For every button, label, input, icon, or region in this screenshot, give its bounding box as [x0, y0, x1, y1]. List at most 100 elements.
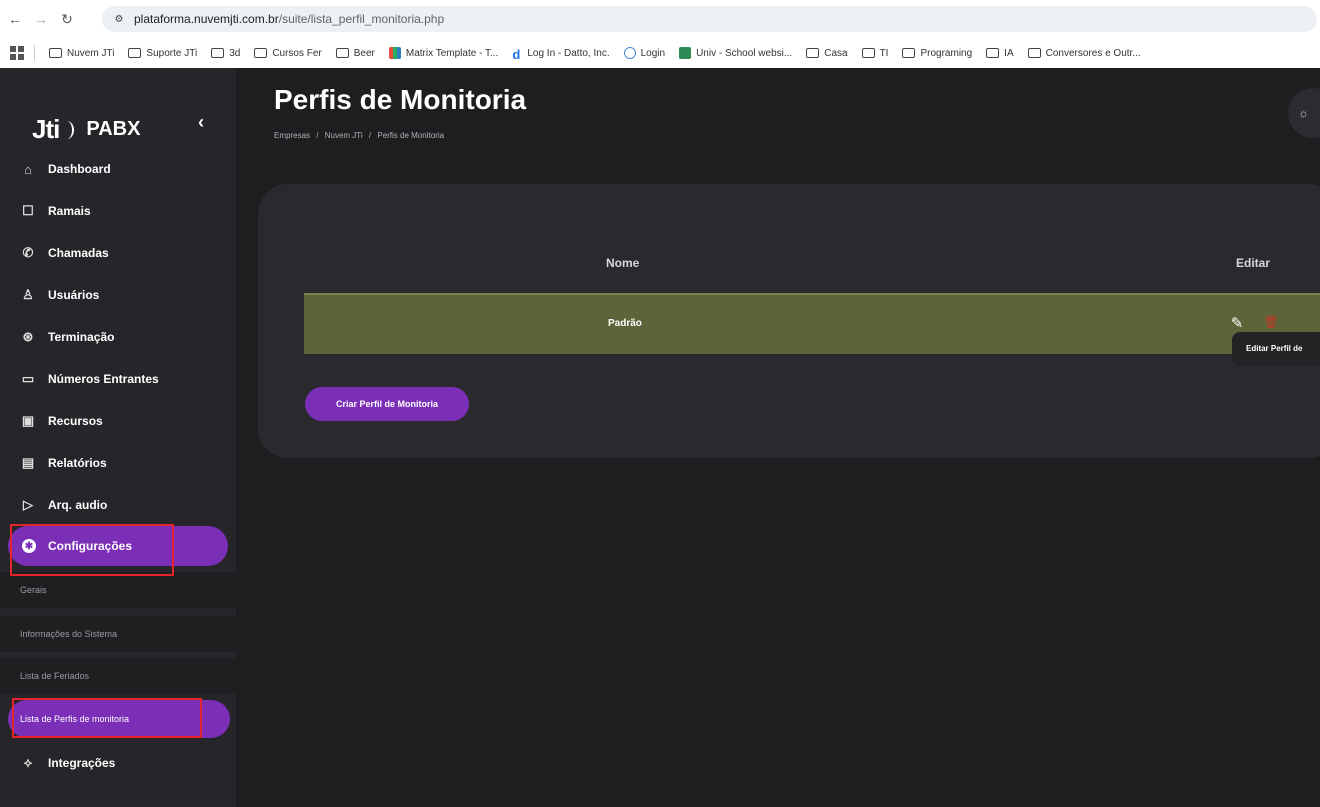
- bookmark-item[interactable]: d Log In - Datto, Inc.: [512, 47, 610, 62]
- submenu-item-label: Gerais: [20, 585, 47, 595]
- numbers-icon: ▭: [21, 371, 35, 386]
- integrations-icon: ⟡: [23, 755, 33, 770]
- breadcrumb-current: Perfis de Monitoria: [377, 131, 445, 140]
- user-icon: ♙: [22, 287, 34, 302]
- bookmark-item[interactable]: Suporte JTi: [128, 48, 197, 59]
- bookmark-label: Log In - Datto, Inc.: [527, 47, 610, 59]
- bookmark-item[interactable]: Univ - School websi...: [679, 47, 792, 59]
- bookmark-label: 3d: [229, 47, 241, 59]
- sidebar-item-terminacao[interactable]: ⊛ Terminação: [0, 318, 236, 356]
- audio-file-icon: ▷: [23, 497, 33, 512]
- sidebar-item-relatorios[interactable]: ▤ Relatórios: [0, 444, 236, 482]
- sidebar-item-chamadas[interactable]: ✆ Chamadas: [0, 234, 236, 272]
- submenu-item-lista-feriados[interactable]: Lista de Feriados: [0, 658, 236, 694]
- bookmark-label: Conversores e Outr...: [1045, 47, 1141, 59]
- submenu-item-label: Lista de Feriados: [20, 671, 90, 681]
- collapse-sidebar-icon[interactable]: ‹: [198, 112, 204, 133]
- breadcrumb-nuvem-jti[interactable]: Nuvem JTi: [325, 131, 363, 140]
- sidebar-item-dashboard[interactable]: ⌂ Dashboard: [0, 150, 236, 188]
- home-icon: ⌂: [24, 161, 32, 177]
- resources-icon: ▣: [21, 413, 35, 428]
- row-cell-nome: Padrão: [608, 318, 642, 329]
- sun-icon: ☼: [1298, 106, 1309, 120]
- folder-icon: [902, 48, 916, 58]
- sidebar-item-label: Integrações: [48, 756, 116, 770]
- breadcrumb: Empresas / Nuvem JTi / Perfis de Monitor…: [274, 131, 448, 140]
- folder-icon: [1027, 48, 1041, 58]
- submenu-item-informacoes-sistema[interactable]: Informações do Sistema: [0, 616, 236, 652]
- sidebar-item-label: Arq. audio: [48, 498, 108, 512]
- bookmarks-bar: Nuvem JTi Suporte JTi 3d Cursos Fer Beer…: [0, 38, 1320, 68]
- bookmark-item[interactable]: IA: [986, 47, 1014, 59]
- bookmark-item[interactable]: Conversores e Outr...: [1027, 47, 1141, 59]
- logo-mark: Jti: [32, 114, 60, 144]
- globe-icon: ⊛: [22, 329, 34, 344]
- bookmark-label: Suporte JTi: [146, 47, 198, 59]
- folder-icon: [806, 48, 820, 58]
- bookmark-item[interactable]: TI: [861, 47, 889, 59]
- sidebar-item-label: Terminação: [48, 330, 115, 344]
- submenu-item-lista-perfis-monitoria[interactable]: Lista de Perfis de monitoria: [8, 700, 230, 738]
- folder-icon: [986, 48, 1000, 58]
- folder-icon: [49, 48, 62, 58]
- browser-toolbar: ← → ↻ ⚙ plataforma.nuvemjti.com.br/suite…: [0, 0, 1320, 38]
- bookmark-item[interactable]: Matrix Template - T...: [388, 47, 498, 59]
- trash-icon[interactable]: 🗑: [1263, 314, 1278, 330]
- bookmark-label: Casa: [824, 47, 848, 59]
- reload-icon[interactable]: ↻: [56, 8, 78, 30]
- bookmark-label: Cursos Fer: [272, 47, 322, 59]
- folder-icon: [254, 48, 268, 58]
- breadcrumb-separator: /: [368, 131, 372, 140]
- sidebar-item-label: Recursos: [48, 414, 103, 428]
- sidebar-item-integracoes[interactable]: ⟡ Integrações: [0, 744, 236, 782]
- sidebar-item-label: Dashboard: [48, 162, 111, 176]
- forward-icon[interactable]: →: [30, 8, 52, 30]
- app-logo[interactable]: Jti PABX: [32, 114, 140, 145]
- bookmark-label: Login: [640, 47, 666, 59]
- theme-toggle-button[interactable]: ☼: [1288, 88, 1320, 138]
- bookmark-label: Univ - School websi...: [696, 47, 793, 59]
- bookmark-label: TI: [879, 47, 889, 59]
- folder-icon: [128, 48, 142, 58]
- sidebar-item-label: Configurações: [48, 539, 133, 553]
- bookmark-item[interactable]: Beer: [335, 48, 375, 59]
- bookmark-item[interactable]: 3d: [211, 48, 240, 59]
- report-icon: ▤: [21, 455, 35, 470]
- sidebar-item-configuracoes[interactable]: ✱ Configurações: [8, 526, 228, 566]
- submenu-item-label: Lista de Perfis de monitoria: [20, 714, 130, 724]
- sidebar-item-ramais[interactable]: ☐ Ramais: [0, 192, 236, 230]
- page-title: Perfis de Monitoria: [274, 84, 527, 115]
- bookmark-item[interactable]: Programing: [902, 48, 972, 59]
- edit-icon[interactable]: ✎: [1228, 314, 1246, 332]
- bookmark-item[interactable]: Nuvem JTi: [49, 48, 114, 59]
- phone-icon: ✆: [22, 245, 34, 260]
- sidebar-item-arq-audio[interactable]: ▷ Arq. audio: [0, 486, 236, 524]
- bookmark-item[interactable]: Casa: [806, 47, 848, 59]
- address-bar[interactable]: ⚙ plataforma.nuvemjti.com.br/suite/lista…: [102, 6, 1317, 32]
- sidebar-item-label: Números Entrantes: [48, 372, 159, 386]
- sidebar-item-label: Chamadas: [48, 246, 109, 260]
- sidebar-item-numeros-entrantes[interactable]: ▭ Números Entrantes: [0, 360, 236, 398]
- gear-icon: ✱: [22, 539, 36, 553]
- submenu-item-gerais[interactable]: Gerais: [0, 572, 236, 608]
- site-settings-icon[interactable]: ⚙: [110, 11, 128, 27]
- breadcrumb-empresas[interactable]: Empresas: [274, 131, 310, 140]
- sidebar-item-recursos[interactable]: ▣ Recursos: [0, 402, 236, 440]
- univ-icon: [679, 47, 692, 59]
- back-icon[interactable]: ←: [4, 8, 26, 30]
- breadcrumb-separator: /: [316, 131, 319, 140]
- bookmark-label: IA: [1004, 47, 1014, 59]
- folder-icon: [861, 48, 875, 58]
- bookmark-label: Programing: [920, 47, 973, 59]
- logo-wave-icon: [60, 120, 75, 139]
- table-row[interactable]: [304, 293, 1320, 354]
- logo-text: PABX: [86, 118, 141, 140]
- sidebar-item-label: Usuários: [48, 288, 100, 302]
- bookmark-item[interactable]: Login: [623, 47, 666, 59]
- create-profile-button[interactable]: Criar Perfil de Monitoria: [305, 387, 469, 421]
- edit-tooltip: Editar Perfil de: [1232, 332, 1320, 366]
- bookmark-item[interactable]: Cursos Fer: [254, 47, 322, 59]
- apps-icon[interactable]: [10, 46, 24, 60]
- sidebar-item-usuarios[interactable]: ♙ Usuários: [0, 276, 236, 314]
- search-icon: [623, 47, 636, 59]
